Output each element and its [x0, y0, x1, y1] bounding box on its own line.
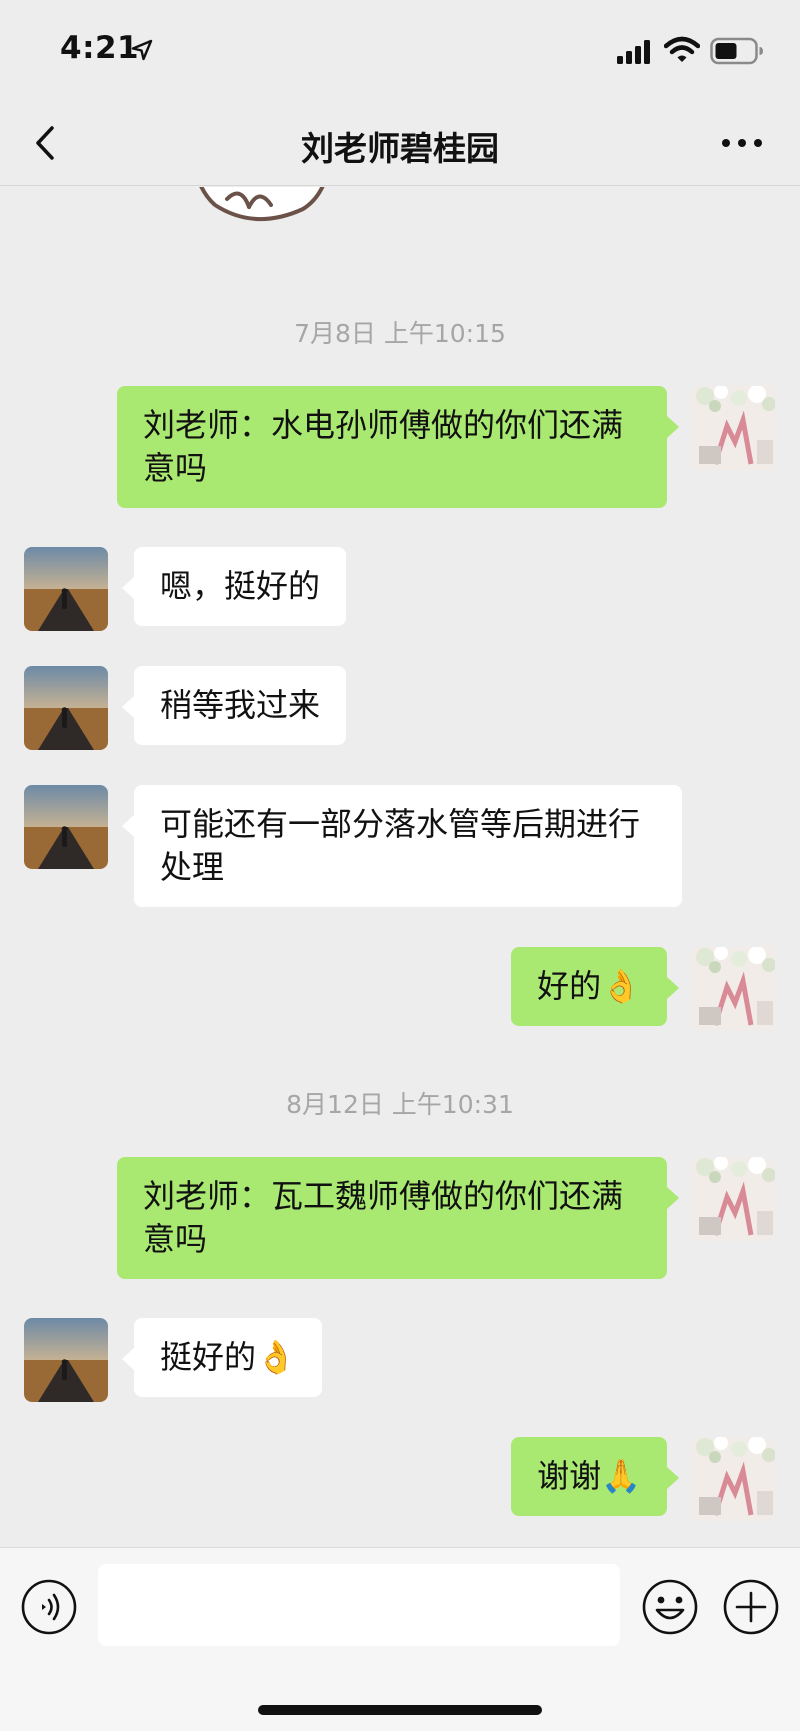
voice-icon[interactable] [20, 1578, 78, 1636]
status-bar: 4:21 [0, 0, 800, 100]
contact-avatar[interactable] [24, 785, 108, 869]
contact-avatar[interactable] [24, 547, 108, 631]
message-text: 稍等我过来 [160, 686, 321, 724]
flowers-avatar-image [691, 1437, 775, 1521]
flowers-avatar-image [691, 947, 775, 1031]
chat-message-list[interactable]: 7月8日 上午10:15 刘老师：水电孙师傅做的你们还满意吗 嗯，挺好的 稍等我… [0, 187, 800, 1547]
message-text: 嗯，挺好的 [160, 567, 321, 605]
message-bubble-incoming[interactable]: 可能还有一部分落水管等后期进行处理 [122, 785, 682, 907]
message-bubble-outgoing[interactable]: 刘老师：瓦工魏师傅做的你们还满意吗 [117, 1157, 679, 1279]
emoji-icon[interactable] [641, 1578, 699, 1636]
message-bubble-incoming[interactable]: 挺好的👌 [122, 1318, 322, 1397]
home-indicator[interactable] [258, 1705, 542, 1715]
input-bar [0, 1547, 800, 1731]
timestamp: 8月12日 上午10:31 [286, 1090, 514, 1119]
contact-avatar[interactable] [24, 666, 108, 750]
road-avatar-image [24, 785, 108, 869]
road-avatar-image [24, 1318, 108, 1402]
message-text: 谢谢🙏 [537, 1457, 641, 1495]
message-bubble-outgoing[interactable]: 刘老师：水电孙师傅做的你们还满意吗 [117, 386, 679, 508]
my-avatar[interactable] [691, 386, 775, 470]
status-time: 4:21 [60, 30, 140, 66]
message-text: 刘老师：瓦工魏师傅做的你们还满意吗 [143, 1177, 624, 1258]
flowers-avatar-image [691, 386, 775, 470]
cartoon-sticker[interactable] [185, 187, 355, 247]
chat-title: 刘老师碧桂园 [301, 129, 499, 168]
my-avatar[interactable] [691, 1157, 775, 1241]
contact-avatar[interactable] [24, 1318, 108, 1402]
message-text: 刘老师：水电孙师傅做的你们还满意吗 [143, 406, 624, 487]
timestamp: 7月8日 上午10:15 [294, 319, 506, 348]
flowers-avatar-image [691, 1157, 775, 1241]
message-text: 好的👌 [537, 967, 641, 1005]
my-avatar[interactable] [691, 1437, 775, 1521]
nav-bar: 刘老师碧桂园 [0, 100, 800, 186]
road-avatar-image [24, 666, 108, 750]
wifi-icon [664, 36, 700, 62]
message-text: 可能还有一部分落水管等后期进行处理 [160, 805, 641, 886]
message-bubble-outgoing[interactable]: 好的👌 [511, 947, 679, 1026]
location-arrow-icon [131, 39, 153, 61]
more-dots-icon[interactable] [718, 130, 766, 156]
message-bubble-incoming[interactable]: 稍等我过来 [121, 666, 347, 745]
message-text: 挺好的👌 [160, 1338, 296, 1376]
road-avatar-image [24, 547, 108, 631]
my-avatar[interactable] [691, 947, 775, 1031]
message-bubble-incoming[interactable]: 嗯，挺好的 [121, 547, 347, 626]
message-bubble-outgoing[interactable]: 谢谢🙏 [511, 1437, 679, 1516]
signal-icon [617, 40, 650, 64]
plus-icon[interactable] [722, 1578, 780, 1636]
message-input[interactable] [98, 1564, 620, 1646]
battery-icon [710, 37, 763, 65]
